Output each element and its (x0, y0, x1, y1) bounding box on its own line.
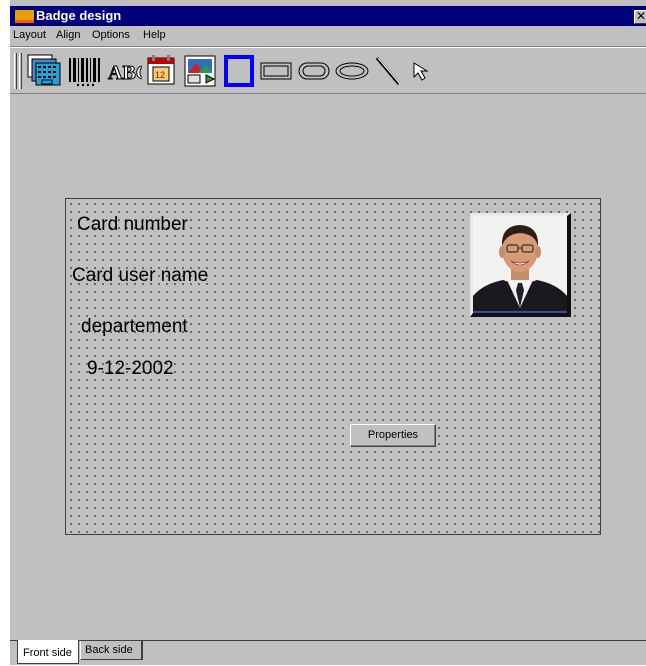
date-field[interactable]: 9-12-2002 (87, 358, 174, 380)
menu-bar: Layout Align Options Help (10, 26, 646, 44)
svg-text:12: 12 (155, 70, 165, 80)
menu-options[interactable]: Options (92, 26, 130, 44)
ellipse-tool-icon[interactable] (296, 53, 332, 89)
badge-design-window: Badge design ✕ Layout Align Options Help (8, 0, 646, 665)
window-title: Badge design (36, 8, 122, 23)
photo-image-icon[interactable] (182, 53, 220, 89)
card-number-field[interactable]: Card number (77, 214, 188, 236)
department-field[interactable]: departement (81, 316, 188, 338)
side-tabs: Front side Back side (10, 640, 646, 665)
tab-back-side[interactable]: Back side (80, 641, 143, 660)
barcode-icon[interactable] (66, 53, 104, 89)
toolbar-grip[interactable] (14, 53, 17, 89)
menu-layout[interactable]: Layout (13, 26, 46, 44)
pointer-arrow-icon[interactable] (408, 53, 438, 89)
rounded-rectangle-tool-icon[interactable] (258, 53, 294, 89)
text-abc-icon[interactable]: ABC (106, 53, 143, 89)
close-button[interactable]: ✕ (634, 10, 646, 24)
app-icon (15, 10, 34, 23)
menu-align[interactable]: Align (56, 26, 80, 44)
svg-text:ABC: ABC (108, 62, 142, 84)
date-calendar-icon[interactable]: 12 (144, 53, 180, 89)
title-bar[interactable]: Badge design ✕ (10, 6, 646, 26)
user-photo[interactable] (470, 213, 571, 317)
card-layers-icon[interactable] (26, 53, 64, 89)
toolbar: ABC 12 (10, 46, 646, 94)
badge-canvas[interactable]: Card number Card user name departement 9… (65, 198, 601, 535)
card-user-name-field[interactable]: Card user name (72, 265, 208, 287)
tab-front-side[interactable]: Front side (17, 640, 79, 664)
line-tool-icon[interactable] (372, 53, 406, 89)
oval-tool-icon[interactable] (334, 53, 370, 89)
rectangle-tool-icon[interactable] (222, 53, 256, 89)
menu-help[interactable]: Help (143, 26, 166, 44)
design-canvas-area: Card number Card user name departement 9… (10, 95, 646, 640)
toolbar-grip-2[interactable] (19, 53, 22, 89)
properties-button[interactable]: Properties (350, 424, 436, 447)
